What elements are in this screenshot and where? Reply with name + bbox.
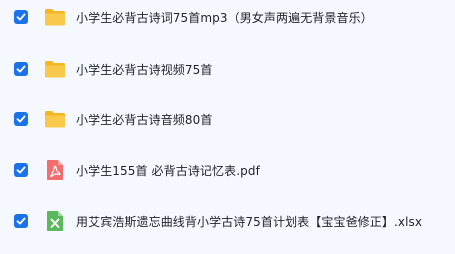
file-list: 小学生必背古诗词75首mp3（男女声两遍无背景音乐） 小学生必背古诗视频75首 … <box>0 0 455 254</box>
pdf-icon <box>43 158 67 182</box>
excel-icon <box>43 209 67 233</box>
list-item[interactable]: 小学生必背古诗词75首mp3（男女声两遍无背景音乐） <box>0 0 455 42</box>
list-item[interactable]: 小学生155首 必背古诗记忆表.pdf <box>0 145 455 195</box>
folder-icon <box>43 57 67 81</box>
folder-icon <box>43 5 67 29</box>
list-item[interactable]: 小学生必背古诗视频75首 <box>0 44 455 94</box>
checkbox-checked-icon[interactable] <box>14 214 28 228</box>
checkbox-checked-icon[interactable] <box>14 112 28 126</box>
file-name[interactable]: 用艾宾浩斯遗忘曲线背小学古诗75首计划表【宝宝爸修正】.xlsx <box>76 213 422 230</box>
checkbox-checked-icon[interactable] <box>14 10 28 24</box>
list-item[interactable]: 用艾宾浩斯遗忘曲线背小学古诗75首计划表【宝宝爸修正】.xlsx <box>0 196 455 246</box>
file-name[interactable]: 小学生155首 必背古诗记忆表.pdf <box>76 162 260 179</box>
folder-icon <box>43 107 67 131</box>
file-name[interactable]: 小学生必背古诗音频80首 <box>76 111 212 128</box>
file-name[interactable]: 小学生必背古诗词75首mp3（男女声两遍无背景音乐） <box>76 9 373 26</box>
checkbox-checked-icon[interactable] <box>14 163 28 177</box>
file-name[interactable]: 小学生必背古诗视频75首 <box>76 61 212 78</box>
list-item[interactable]: 小学生必背古诗音频80首 <box>0 94 455 144</box>
checkbox-checked-icon[interactable] <box>14 62 28 76</box>
